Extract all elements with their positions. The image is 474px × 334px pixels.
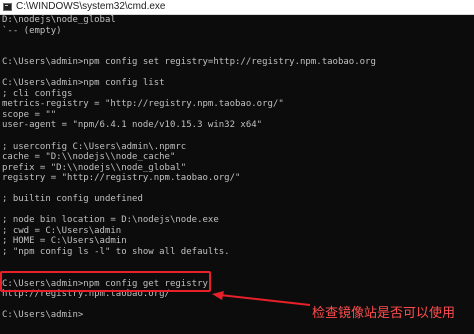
highlight-box — [0, 271, 211, 292]
console-line: registry = "http://registry.npm.taobao.o… — [2, 173, 241, 184]
console-line: ; cli configs — [2, 88, 73, 99]
window-title: C:\WINDOWS\system32\cmd.exe — [16, 1, 166, 12]
annotation-label: 检查镜像站是否可以使用 — [312, 306, 456, 321]
console-line: ; cwd = C:\Users\admin — [2, 225, 122, 236]
console-line: scope = "" — [2, 109, 57, 120]
console-line: ; "npm config ls -l" to show all default… — [2, 247, 230, 258]
console-line: cache = "D:\\nodejs\\node_cache" — [2, 152, 176, 163]
cmd-icon — [3, 3, 12, 11]
console-line: prefix = "D:\\nodejs\\node_global" — [2, 162, 187, 173]
console-line: `-- (empty) — [2, 25, 62, 36]
console-line: ; userconfig C:\Users\admin\.npmrc — [2, 141, 187, 152]
console-output[interactable]: D:\nodejs\node_global `-- (empty) C:\Users… — [0, 15, 474, 334]
console-line: ; node bin location = D:\nodejs\node.exe — [2, 215, 219, 226]
console-line: metrics-registry = "http://registry.npm.… — [2, 99, 284, 110]
arrow-icon — [212, 291, 311, 306]
console-line: D:\nodejs\node_global — [2, 15, 116, 25]
console-line: user-agent = "npm/6.4.1 node/v10.15.3 wi… — [2, 120, 263, 131]
title-bar[interactable]: C:\WINDOWS\system32\cmd.exe — [0, 0, 474, 15]
console-line: C:\Users\admin>npm config set registry=h… — [2, 57, 376, 68]
console-line: ; builtin config undefined — [2, 194, 143, 205]
cmd-window: C:\WINDOWS\system32\cmd.exe D:\nodejs\no… — [0, 0, 474, 334]
console-line: C:\Users\admin>npm config list — [2, 78, 165, 89]
console-line: ; HOME = C:\Users\admin — [2, 236, 127, 247]
